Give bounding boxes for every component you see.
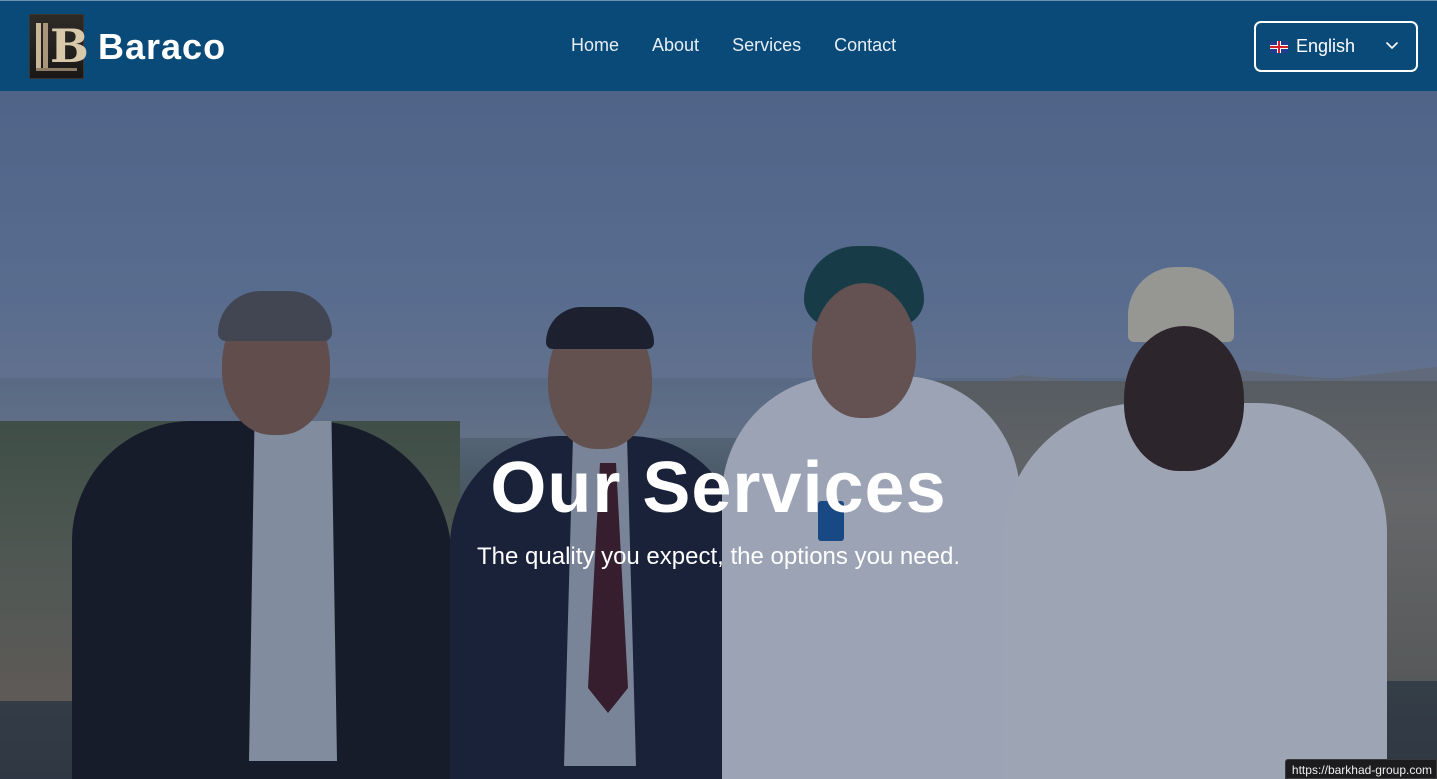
logo-tagline: [36, 68, 77, 71]
hero-overlay: [0, 91, 1437, 779]
logo-image[interactable]: B: [29, 14, 89, 79]
nav-about-link[interactable]: About: [652, 35, 699, 56]
hero-section: Our Services The quality you expect, the…: [0, 91, 1437, 779]
logo-bar: [36, 23, 41, 69]
main-nav: Home About Services Contact: [571, 35, 896, 56]
status-bar-url: https://barkhad-group.com: [1284, 759, 1437, 779]
logo-bar: [43, 23, 48, 69]
nav-home-link[interactable]: Home: [571, 35, 619, 56]
hero-title: Our Services: [490, 448, 947, 528]
site-header: B Baraco Home About Services Contact Eng…: [0, 0, 1437, 91]
uk-flag-icon: [1270, 40, 1288, 53]
chevron-down-icon: [1386, 42, 1398, 49]
language-label: English: [1296, 36, 1356, 56]
language-select[interactable]: English: [1254, 21, 1418, 72]
brand-name[interactable]: Baraco: [98, 26, 226, 68]
logo-letter: B: [50, 19, 89, 73]
nav-services-link[interactable]: Services: [732, 35, 801, 56]
nav-contact-link[interactable]: Contact: [834, 35, 896, 56]
hero-subtitle: The quality you expect, the options you …: [477, 543, 960, 570]
